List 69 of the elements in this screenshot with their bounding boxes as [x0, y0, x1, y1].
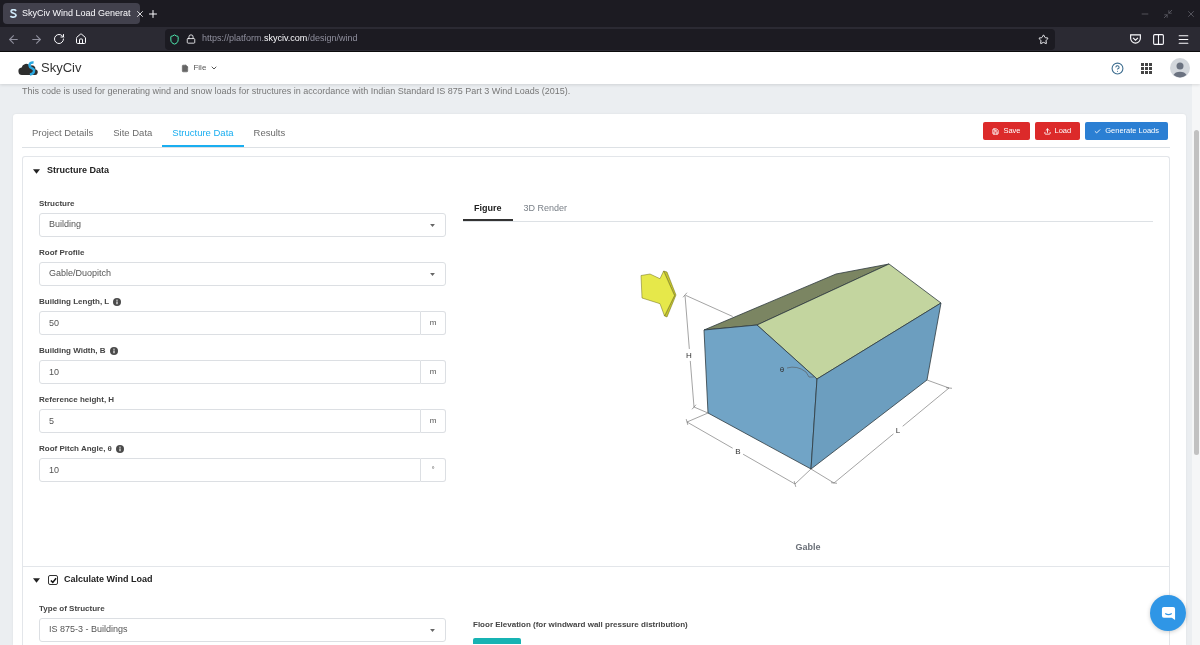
unit-label: m [421, 360, 446, 384]
field-label: Structure [39, 198, 75, 210]
unit-label: m [421, 409, 446, 433]
bookmark-star-icon[interactable] [1038, 33, 1049, 45]
input-field[interactable]: 5 [39, 409, 421, 433]
field-label: Reference height, H [39, 394, 115, 406]
browser-tab[interactable]: SkyCiv Wind Load Generat [3, 3, 140, 24]
checkbox[interactable] [48, 575, 58, 585]
input-field[interactable]: 50 [39, 311, 421, 335]
field-label: Roof Pitch Angle, θ [39, 443, 112, 455]
chevron-down-icon [210, 64, 219, 72]
new-tab-icon[interactable] [147, 7, 159, 20]
lock-icon[interactable] [186, 34, 196, 44]
tab[interactable]: Site Data [103, 122, 163, 147]
tab[interactable]: 3D Render [512, 199, 579, 221]
dimension-label: θ [779, 364, 785, 374]
section-title[interactable]: Structure Data [47, 164, 109, 178]
avatar-icon[interactable] [1170, 58, 1190, 78]
description-text: This code is used for generating wind and snow loads for structures in accordance with Indian Standard IS 875 Part 3 Wind Loads (2015). [21, 85, 572, 97]
unit-label: m [421, 311, 446, 335]
info-icon[interactable] [113, 298, 122, 306]
apps-icon[interactable] [1141, 62, 1152, 74]
check-icon [1094, 127, 1102, 135]
input-field[interactable]: 10 [39, 458, 421, 482]
input-field[interactable]: 10 [39, 360, 421, 384]
pocket-icon[interactable] [1129, 33, 1142, 45]
dropdown[interactable]: IS 875-3 - Buildings [39, 618, 446, 642]
file-icon [181, 63, 190, 73]
upload-icon [1043, 127, 1051, 135]
field-label: Roof Profile [39, 247, 85, 259]
arrow-drawing [640, 270, 677, 318]
dimension-label: L [895, 425, 901, 435]
tab[interactable]: Results [243, 122, 296, 147]
menu-icon[interactable] [1177, 32, 1190, 46]
field-label: Building Length, L [39, 296, 110, 308]
save-icon [992, 127, 1000, 135]
file-menu[interactable]: File [181, 62, 219, 74]
forward-icon[interactable] [30, 32, 43, 46]
logo-icon[interactable] [18, 60, 40, 76]
reload-icon[interactable] [53, 33, 65, 45]
info-icon[interactable] [109, 347, 118, 355]
sidebar-icon[interactable] [1152, 32, 1165, 46]
back-icon[interactable] [7, 32, 20, 46]
angle-marker [786, 366, 815, 378]
field-label: Type of Structure [39, 603, 105, 615]
info-icon[interactable] [115, 445, 124, 453]
check-icon [49, 576, 57, 584]
dimension-label: H [686, 350, 692, 360]
close-icon[interactable] [134, 8, 145, 19]
caret-icon[interactable] [33, 168, 40, 174]
tab[interactable]: Project Details [22, 122, 104, 147]
tab[interactable]: Figure [463, 199, 513, 221]
chat-icon [1160, 605, 1176, 621]
dimension-label: B [735, 446, 741, 456]
help-icon[interactable] [1111, 61, 1124, 75]
caret-icon[interactable] [33, 577, 40, 583]
field-label: Floor Elevation (for windward wall pressure distribution) [473, 619, 688, 631]
figure-caption: Gable [794, 541, 822, 553]
address-bar[interactable]: https://platform.skyciv.com/design/wind [165, 28, 1055, 50]
home-icon[interactable] [75, 33, 87, 45]
scrollbar-thumb[interactable] [1193, 130, 1199, 455]
unit-label: ° [421, 458, 446, 482]
favicon-icon [9, 9, 18, 18]
shield-icon[interactable] [169, 33, 180, 45]
field-label: Building Width, B [39, 345, 106, 357]
dropdown[interactable]: Building [39, 213, 446, 237]
logo-text[interactable]: SkyCiv [41, 58, 82, 78]
section-title[interactable]: Calculate Wind Load [64, 573, 153, 587]
dropdown[interactable]: Gable/Duopitch [39, 262, 446, 286]
